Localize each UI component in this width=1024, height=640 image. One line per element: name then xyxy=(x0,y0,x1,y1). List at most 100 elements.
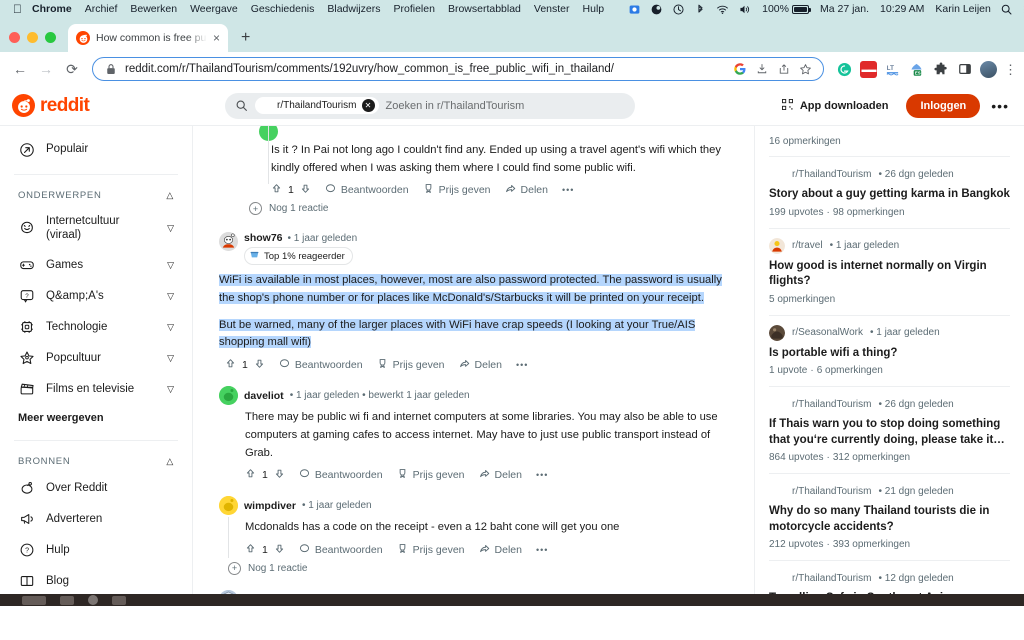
sidebar-item-qa[interactable]: ? Q&amp;A's ▽ xyxy=(10,281,182,312)
menu-bladwijzers[interactable]: Bladwijzers xyxy=(327,3,380,15)
sidebar-item-over-reddit[interactable]: Over Reddit xyxy=(10,473,182,504)
comment-overflow-icon[interactable]: ••• xyxy=(536,470,548,480)
related-post-subreddit[interactable]: r/ThailandTourism xyxy=(792,573,871,584)
chevron-down-icon[interactable]: ▽ xyxy=(167,291,174,302)
dock-app-icon[interactable] xyxy=(60,595,74,605)
maximize-window-button[interactable] xyxy=(45,32,56,43)
related-post-subreddit[interactable]: r/ThailandTourism xyxy=(792,486,871,497)
bluetooth-icon[interactable] xyxy=(694,3,707,16)
downvote-icon[interactable] xyxy=(274,468,285,482)
macos-dock[interactable] xyxy=(0,594,1024,606)
sidebar-item-internetcultuur[interactable]: Internetcultuur (viraal) ▽ xyxy=(10,207,182,250)
thread-collapse-line[interactable] xyxy=(268,126,269,185)
menu-weergave[interactable]: Weergave xyxy=(190,3,238,15)
chrome-profile-avatar[interactable] xyxy=(980,60,997,78)
reload-button[interactable]: ⟳ xyxy=(60,57,84,81)
sidebar-item-technologie[interactable]: Technologie ▽ xyxy=(10,312,182,343)
share-button[interactable]: Delen xyxy=(479,468,522,482)
chevron-down-icon[interactable]: ▽ xyxy=(167,322,174,333)
adblock-extension-icon[interactable]: ▬▬ xyxy=(860,60,877,78)
header-overflow-icon[interactable]: ••• xyxy=(988,98,1012,114)
related-post[interactable]: r/ThailandTourism • 26 dgn geleden Story… xyxy=(769,156,1010,228)
comment-overflow-icon[interactable]: ••• xyxy=(536,545,548,555)
address-bar[interactable]: reddit.com/r/ThailandTourism/comments/19… xyxy=(92,57,824,81)
menu-profielen[interactable]: Profielen xyxy=(393,3,434,15)
new-tab-button[interactable]: + xyxy=(241,29,250,52)
bookmark-star-icon[interactable] xyxy=(798,63,813,76)
sidebar-item-films[interactable]: Films en televisie ▽ xyxy=(10,374,182,405)
share-icon[interactable] xyxy=(776,63,791,75)
downvote-icon[interactable] xyxy=(254,358,265,372)
upvote-icon[interactable] xyxy=(245,468,256,482)
award-button[interactable]: Prijs geven xyxy=(423,183,491,197)
sidebar-show-more-button[interactable]: Meer weergeven xyxy=(10,405,182,431)
downvote-icon[interactable] xyxy=(274,543,285,557)
apple-menu-icon[interactable]:  xyxy=(13,3,22,15)
related-post-title[interactable]: Why do so many Thailand tourists die in … xyxy=(769,499,1010,539)
comment-author[interactable]: wimpdiver xyxy=(244,500,296,512)
login-button[interactable]: Inloggen xyxy=(906,93,981,118)
sidebar-item-hulp[interactable]: ? Hulp xyxy=(10,535,182,566)
wifi-icon[interactable] xyxy=(716,3,729,16)
sidebar-item-adverteren[interactable]: Adverteren xyxy=(10,504,182,535)
related-post[interactable]: r/ThailandTourism • 21 dgn geleden Why d… xyxy=(769,473,1010,560)
related-post-title[interactable]: Is portable wifi a thing? xyxy=(769,341,1010,366)
thread-collapse-line[interactable] xyxy=(228,517,229,558)
chevron-down-icon[interactable]: ▽ xyxy=(167,384,174,395)
related-post-subreddit[interactable]: r/travel xyxy=(792,240,823,251)
back-button[interactable]: ← xyxy=(8,57,32,81)
share-button[interactable]: Delen xyxy=(505,183,548,197)
languagetool-extension-icon[interactable]: LT xyxy=(884,61,901,78)
menu-chrome[interactable]: Chrome xyxy=(32,3,72,15)
dock-finder-icon[interactable] xyxy=(22,595,46,605)
spotlight-search-icon[interactable] xyxy=(1000,3,1013,16)
vote-group[interactable]: 1 xyxy=(271,183,311,197)
search-input[interactable]: Zoeken in r/ThailandTourism xyxy=(386,100,525,112)
grammarly-extension-icon[interactable] xyxy=(836,61,853,78)
install-app-icon[interactable] xyxy=(754,63,769,75)
menu-hulp[interactable]: Hulp xyxy=(583,3,605,15)
menu-archief[interactable]: Archief xyxy=(85,3,118,15)
comment-author[interactable]: show76 xyxy=(244,232,283,244)
reddit-logo[interactable]: reddit xyxy=(12,94,90,117)
more-replies-button[interactable]: + Nog 1 reactie xyxy=(249,199,736,218)
avatar[interactable] xyxy=(219,386,238,406)
related-post[interactable]: r/ThailandTourism • 26 dgn geleden If Th… xyxy=(769,386,1010,473)
related-post-title[interactable]: How good is internet normally on Virgin … xyxy=(769,254,1010,294)
award-button[interactable]: Prijs geven xyxy=(397,468,465,482)
chevron-down-icon[interactable]: ▽ xyxy=(167,223,174,234)
share-button[interactable]: Delen xyxy=(479,543,522,557)
comment-author[interactable]: daveliot xyxy=(244,390,284,402)
sidebar-resources-heading[interactable]: BRONNEN △ xyxy=(10,450,182,473)
minimize-window-button[interactable] xyxy=(27,32,38,43)
menu-browsertabblad[interactable]: Browsertabblad xyxy=(448,3,521,15)
comment-overflow-icon[interactable]: ••• xyxy=(562,185,574,195)
related-post-subreddit[interactable]: r/ThailandTourism xyxy=(792,169,871,180)
sidebar-item-blog[interactable]: Blog xyxy=(10,566,182,597)
comment-overflow-icon[interactable]: ••• xyxy=(516,360,528,370)
side-panel-icon[interactable] xyxy=(956,61,973,78)
chevron-down-icon[interactable]: ▽ xyxy=(167,353,174,364)
reply-button[interactable]: Beantwoorden xyxy=(325,183,409,197)
downvote-icon[interactable] xyxy=(300,183,311,197)
sidebar-topics-heading[interactable]: ONDERWERPEN △ xyxy=(10,184,182,207)
vote-group[interactable]: 1 xyxy=(225,358,265,372)
share-button[interactable]: Delen xyxy=(459,358,502,372)
upvote-icon[interactable] xyxy=(245,543,256,557)
sidebar-item-games[interactable]: Games ▽ xyxy=(10,250,182,281)
more-replies-button[interactable]: + Nog 1 reactie xyxy=(228,559,736,578)
avatar[interactable] xyxy=(219,232,238,252)
menu-geschiedenis[interactable]: Geschiedenis xyxy=(251,3,315,15)
reply-button[interactable]: Beantwoorden xyxy=(299,468,383,482)
puzzle-extensions-icon[interactable] xyxy=(932,61,949,78)
menubar-user[interactable]: Karin Leijen xyxy=(935,3,990,15)
related-post-title[interactable]: Story about a guy getting karma in Bangk… xyxy=(769,182,1010,207)
control-center-icon[interactable] xyxy=(650,3,663,16)
time-machine-icon[interactable] xyxy=(672,3,685,16)
menu-bewerken[interactable]: Bewerken xyxy=(130,3,177,15)
battery-indicator[interactable]: 100% xyxy=(762,3,811,15)
reply-button[interactable]: Beantwoorden xyxy=(279,358,363,372)
sidebar-item-popcultuur[interactable]: Popcultuur ▽ xyxy=(10,343,182,374)
search-subreddit-chip[interactable]: r/ThailandTourism ✕ xyxy=(255,97,379,114)
avatar[interactable] xyxy=(219,496,238,516)
